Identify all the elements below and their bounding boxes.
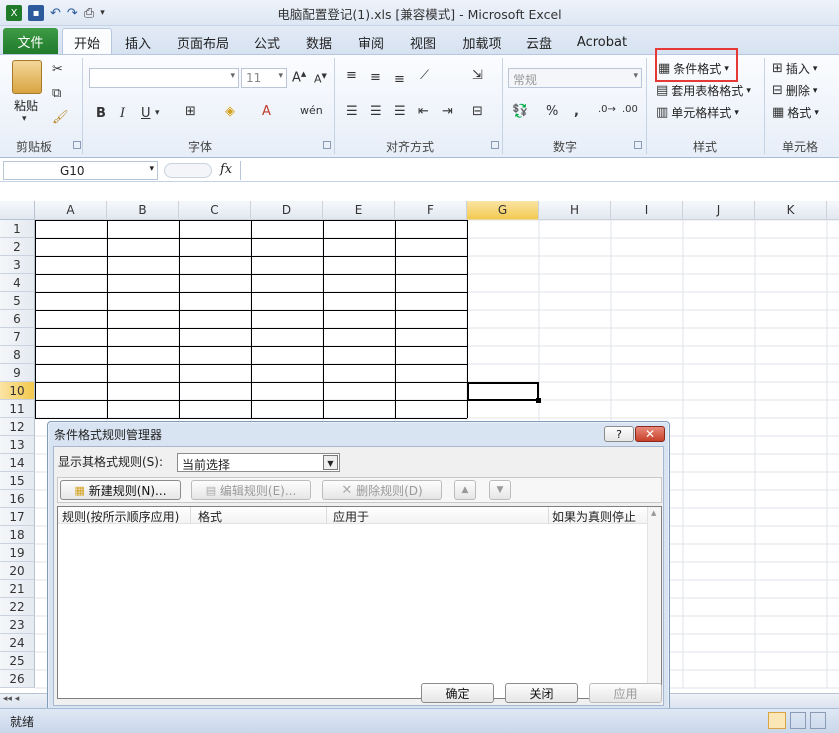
- help-button[interactable]: ?: [604, 426, 634, 442]
- col-applies-to[interactable]: 应用于: [333, 508, 369, 525]
- move-up-icon[interactable]: ▲: [454, 480, 476, 500]
- edit-rule-icon: ▤: [205, 483, 217, 497]
- close-icon[interactable]: ✕: [635, 426, 665, 442]
- move-down-icon[interactable]: ▼: [489, 480, 511, 500]
- apply-button[interactable]: 应用: [589, 683, 662, 703]
- new-rule-button[interactable]: ▦ 新建规则(N)...: [60, 480, 181, 500]
- delete-rule-label: 删除规则(D): [356, 483, 423, 498]
- active-cell-g10[interactable]: [467, 382, 539, 401]
- fill-handle[interactable]: [536, 398, 541, 403]
- status-bar: 就绪: [0, 708, 839, 733]
- rules-scrollbar[interactable]: ▲ ▼: [647, 507, 661, 698]
- dialog-body: 显示其格式规则(S): 当前选择 ▼ ▦ 新建规则(N)... ▤ 编辑规则(E…: [53, 446, 664, 706]
- sheet-nav-buttons[interactable]: ◂◂ ◂: [0, 693, 47, 708]
- new-rule-icon: ▦: [74, 483, 85, 497]
- rules-list-header: 规则(按所示顺序应用) 格式 应用于 如果为真则停止: [58, 507, 648, 524]
- col-format[interactable]: 格式: [198, 508, 222, 525]
- show-rules-select[interactable]: 当前选择 ▼: [177, 453, 340, 472]
- scroll-up-icon[interactable]: ▲: [651, 509, 656, 517]
- status-ready: 就绪: [10, 715, 35, 729]
- delete-rule-button[interactable]: ✕ 删除规则(D): [322, 480, 442, 500]
- rules-list[interactable]: 规则(按所示顺序应用) 格式 应用于 如果为真则停止 ▲ ▼: [57, 506, 662, 699]
- horizontal-scrollbar[interactable]: [670, 693, 839, 708]
- ok-button[interactable]: 确定: [421, 683, 494, 703]
- dialog-title: 条件格式规则管理器: [54, 428, 163, 442]
- show-rules-value: 当前选择: [182, 458, 231, 472]
- col-rule[interactable]: 规则(按所示顺序应用): [62, 508, 179, 525]
- conditional-format-rules-dialog: 条件格式规则管理器 ? ✕ 显示其格式规则(S): 当前选择 ▼ ▦ 新建规则(…: [47, 421, 670, 711]
- edit-rule-label: 编辑规则(E)...: [219, 483, 297, 498]
- normal-view-icon[interactable]: [768, 712, 786, 729]
- new-rule-label: 新建规则(N)...: [88, 483, 167, 498]
- page-break-view-icon[interactable]: [810, 712, 826, 729]
- page-layout-view-icon[interactable]: [790, 712, 806, 729]
- chevron-down-icon[interactable]: ▼: [323, 455, 338, 470]
- close-button[interactable]: 关闭: [505, 683, 578, 703]
- col-stop-if-true[interactable]: 如果为真则停止: [552, 508, 636, 525]
- show-rules-label: 显示其格式规则(S):: [58, 455, 164, 469]
- edit-rule-button[interactable]: ▤ 编辑规则(E)...: [191, 480, 311, 500]
- delete-rule-icon: ✕: [341, 482, 353, 498]
